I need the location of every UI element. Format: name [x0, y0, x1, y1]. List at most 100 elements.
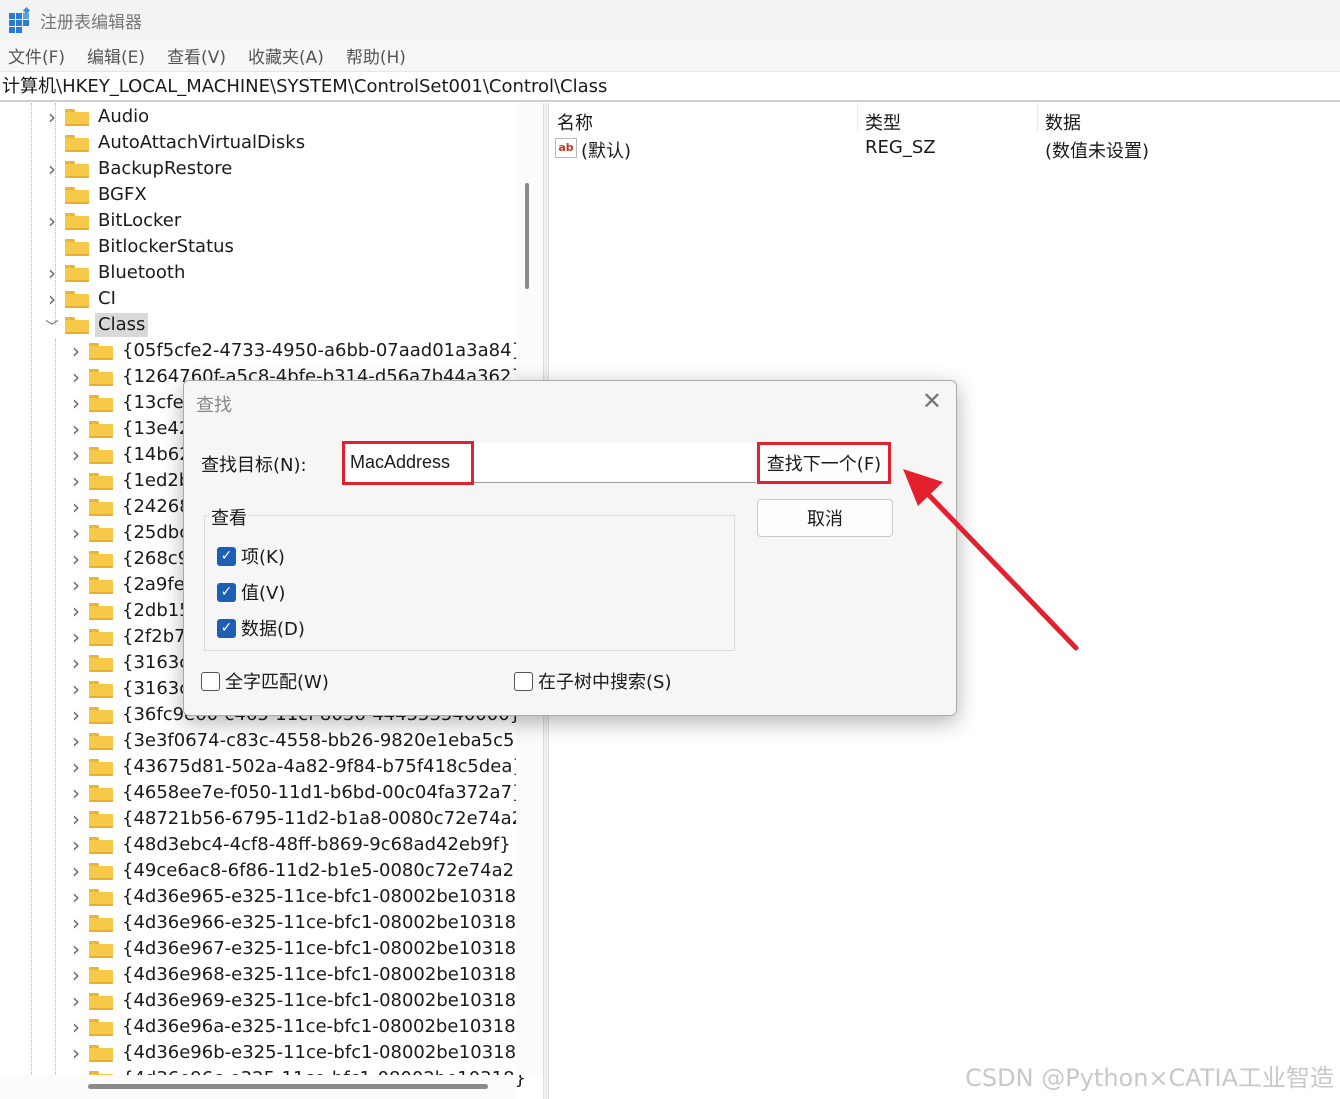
address-bar[interactable]: 计算机\HKEY_LOCAL_MACHINE\SYSTEM\ControlSet…: [0, 73, 1340, 102]
folder-icon: [89, 1044, 113, 1062]
value-row-type[interactable]: REG_SZ: [865, 137, 936, 158]
menu-help[interactable]: 帮助(H): [346, 43, 406, 68]
chevron-right-icon[interactable]: ›: [69, 832, 83, 858]
chevron-right-icon[interactable]: ›: [69, 962, 83, 988]
tree-item-level1[interactable]: AutoAttachVirtualDisks: [45, 130, 308, 156]
chevron-right-icon[interactable]: ›: [69, 676, 83, 702]
chevron-right-icon[interactable]: ›: [69, 416, 83, 442]
chevron-right-icon[interactable]: ›: [69, 364, 83, 390]
chevron-right-icon[interactable]: ›: [69, 442, 83, 468]
checkbox-keys[interactable]: ✓: [217, 546, 236, 566]
option-keys[interactable]: ✓ 项(K): [217, 543, 285, 569]
tree-item-class-guid[interactable]: › {14b62f: [69, 442, 200, 468]
checkbox-values[interactable]: ✓: [217, 582, 236, 602]
tree-item-class-guid[interactable]: › {4d36e96b-e325-11ce-bfc1-08002be10318}: [69, 1040, 531, 1066]
tree-item-class-guid[interactable]: › {4d36e968-e325-11ce-bfc1-08002be10318}: [69, 962, 531, 988]
tree-item-label: {4d36e96a-e325-11ce-bfc1-08002be10318}: [122, 1016, 528, 1037]
chevron-right-icon[interactable]: ›: [69, 1040, 83, 1066]
option-data[interactable]: ✓ 数据(D): [217, 615, 305, 641]
chevron-right-icon[interactable]: ›: [45, 260, 59, 286]
cancel-button[interactable]: 取消: [757, 499, 893, 537]
column-header-type[interactable]: 类型: [865, 109, 901, 135]
find-target-input[interactable]: [342, 443, 756, 483]
chevron-right-icon[interactable]: ›: [69, 858, 83, 884]
chevron-right-icon[interactable]: ›: [45, 104, 59, 130]
tree-item-label: {4d36e965-e325-11ce-bfc1-08002be10318}: [122, 886, 528, 907]
menu-file[interactable]: 文件(F): [8, 43, 65, 68]
menu-edit[interactable]: 编辑(E): [87, 43, 145, 68]
chevron-right-icon[interactable]: ›: [69, 624, 83, 650]
chevron-right-icon[interactable]: ›: [69, 598, 83, 624]
tree-item-class-guid[interactable]: › {4d36e965-e325-11ce-bfc1-08002be10318}: [69, 884, 531, 910]
find-next-button[interactable]: 查找下一个(F): [757, 442, 891, 484]
tree-item-class-guid[interactable]: › {4d36e967-e325-11ce-bfc1-08002be10318}: [69, 936, 531, 962]
tree-item-level1[interactable]: › CI: [45, 286, 119, 312]
find-target-label: 查找目标(N):: [201, 455, 307, 476]
chevron-down-icon[interactable]: ﹀: [45, 312, 59, 338]
tree-item-class-guid[interactable]: › {3e3f0674-c83c-4558-bb26-9820e1eba5c5}: [69, 728, 529, 754]
chevron-right-icon[interactable]: ›: [69, 910, 83, 936]
tree-horizontal-scroll-thumb[interactable]: [88, 1084, 488, 1089]
tree-item-class-guid[interactable]: › {48721b56-6795-11d2-b1a8-0080c72e74a2}: [69, 806, 538, 832]
chevron-right-icon[interactable]: ›: [45, 286, 59, 312]
chevron-right-icon[interactable]: ›: [45, 208, 59, 234]
chevron-right-icon[interactable]: ›: [69, 338, 83, 364]
tree-item-level1[interactable]: › Audio: [45, 104, 152, 130]
option-match-whole-string[interactable]: 全字匹配(W): [201, 668, 329, 694]
chevron-right-icon[interactable]: ›: [69, 1014, 83, 1040]
chevron-right-icon[interactable]: ›: [69, 494, 83, 520]
folder-icon: [89, 654, 113, 672]
tree-item-label: {48d3ebc4-4cf8-48ff-b869-9c68ad42eb9f}: [122, 834, 511, 855]
chevron-right-icon[interactable]: ›: [69, 572, 83, 598]
folder-icon: [89, 602, 113, 620]
chevron-right-icon[interactable]: ›: [69, 546, 83, 572]
tree-item-level1[interactable]: BGFX: [45, 182, 150, 208]
tree-item-class-guid[interactable]: › {05f5cfe2-4733-4950-a6bb-07aad01a3a84}: [69, 338, 526, 364]
tree-item-level1[interactable]: › BackupRestore: [45, 156, 235, 182]
chevron-right-icon[interactable]: ›: [69, 650, 83, 676]
column-header-data[interactable]: 数据: [1045, 109, 1081, 135]
tree-item-class-guid[interactable]: › {4d36e966-e325-11ce-bfc1-08002be10318}: [69, 910, 531, 936]
tree-vertical-scroll-thumb[interactable]: [525, 183, 529, 289]
tree-item-label: BitlockerStatus: [98, 236, 234, 257]
option-values[interactable]: ✓ 值(V): [217, 579, 285, 605]
value-row-name[interactable]: (默认): [581, 137, 631, 163]
tree-item-class-guid[interactable]: › {49ce6ac8-6f86-11d2-b1e5-0080c72e74a2}: [69, 858, 529, 884]
tree-item-class-guid[interactable]: › {48d3ebc4-4cf8-48ff-b869-9c68ad42eb9f}: [69, 832, 514, 858]
chevron-right-icon[interactable]: ›: [69, 780, 83, 806]
tree-item-class-guid[interactable]: › {2f2b7b: [69, 624, 200, 650]
tree-item-class-guid[interactable]: › {4658ee7e-f050-11d1-b6bd-00c04fa372a7}: [69, 780, 526, 806]
tree-item-class-guid[interactable]: › {2db15: [69, 598, 194, 624]
menu-view[interactable]: 查看(V): [167, 43, 226, 68]
tree-item-class-guid[interactable]: › {4d36e969-e325-11ce-bfc1-08002be10318}: [69, 988, 531, 1014]
tree-item-level1[interactable]: › BitLocker: [45, 208, 184, 234]
checkbox-match-whole[interactable]: [201, 671, 220, 691]
chevron-right-icon[interactable]: ›: [69, 702, 83, 728]
chevron-right-icon[interactable]: ›: [69, 754, 83, 780]
column-header-name[interactable]: 名称: [557, 109, 593, 135]
chevron-right-icon[interactable]: ›: [69, 988, 83, 1014]
folder-icon: [89, 758, 113, 776]
chevron-right-icon[interactable]: ›: [69, 806, 83, 832]
chevron-right-icon[interactable]: ›: [69, 468, 83, 494]
menu-favorites[interactable]: 收藏夹(A): [248, 43, 324, 68]
tree-item-level1[interactable]: BitlockerStatus: [45, 234, 237, 260]
tree-item-level1[interactable]: › Bluetooth: [45, 260, 188, 286]
checkbox-data[interactable]: ✓: [217, 618, 236, 638]
close-icon[interactable]: ✕: [922, 389, 942, 413]
value-row-data[interactable]: (数值未设置): [1045, 137, 1149, 163]
tree-item-class-guid[interactable]: › {13cfe1: [69, 390, 198, 416]
tree-item-class-guid[interactable]: › {2a9fe5: [69, 572, 199, 598]
tree-item-class-guid[interactable]: › {4d36e96a-e325-11ce-bfc1-08002be10318}: [69, 1014, 530, 1040]
menu-bar: 文件(F) 编辑(E) 查看(V) 收藏夹(A) 帮助(H): [0, 40, 1340, 72]
chevron-right-icon[interactable]: ›: [69, 390, 83, 416]
tree-item-class-guid[interactable]: › {43675d81-502a-4a82-9f84-b75f418c5dea}: [69, 754, 527, 780]
chevron-right-icon[interactable]: ›: [69, 936, 83, 962]
option-search-subtree[interactable]: 在子树中搜索(S): [514, 668, 671, 694]
chevron-right-icon[interactable]: ›: [69, 520, 83, 546]
chevron-right-icon[interactable]: ›: [69, 884, 83, 910]
chevron-right-icon[interactable]: ›: [69, 728, 83, 754]
checkbox-search-subtree[interactable]: [514, 671, 533, 691]
chevron-right-icon[interactable]: ›: [45, 156, 59, 182]
tree-item-level1[interactable]: ﹀ Class: [45, 312, 149, 338]
